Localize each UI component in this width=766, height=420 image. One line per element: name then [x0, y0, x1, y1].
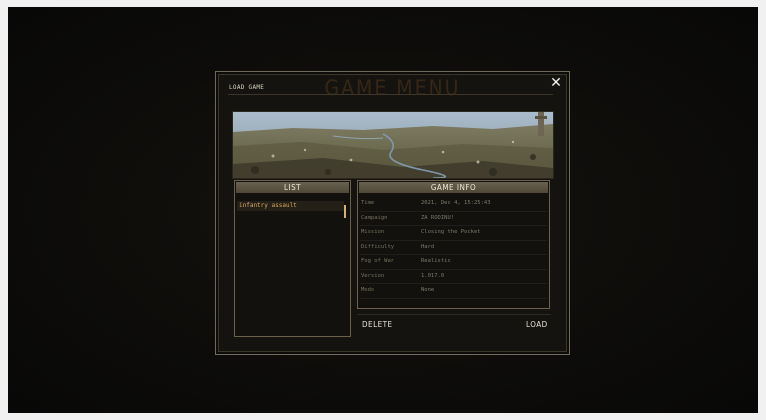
info-row-fog-of-war: Fog of War Realistic — [360, 255, 547, 270]
load-game-dialog: GAME MENU LOAD GAME ✕ LIST infantry assa… — [215, 71, 570, 355]
window-title: LOAD GAME — [229, 84, 265, 91]
title-divider — [228, 94, 553, 95]
info-label: Campaign — [361, 214, 388, 221]
load-button[interactable]: LOAD — [526, 320, 548, 329]
game-screen-background: GAME MENU LOAD GAME ✕ LIST infantry assa… — [8, 7, 758, 413]
info-label: Time — [361, 200, 375, 206]
info-label: Fog of War — [361, 258, 395, 264]
info-value: Realistic — [421, 258, 451, 264]
save-list-panel: LIST infantry assault — [234, 180, 351, 337]
delete-button[interactable]: DELETE — [362, 320, 393, 329]
info-label: Difficulty — [361, 243, 395, 250]
game-info-rows: Time 2021, Dec 4, 15:25:43 Campaign ZA R… — [360, 197, 547, 299]
info-value: Closing the Pocket — [421, 229, 481, 235]
info-value: Hard — [421, 243, 435, 250]
info-value: ZA RODINU! — [421, 214, 455, 221]
background-menu-title: GAME MENU — [324, 76, 461, 100]
info-row-mods: Mods None — [360, 284, 547, 299]
info-row-difficulty: Difficulty Hard — [360, 241, 547, 255]
list-header: LIST — [236, 182, 349, 193]
mission-preview-image — [232, 111, 554, 179]
info-row-mission: Mission Closing the Pocket — [360, 226, 547, 241]
info-value: 2021, Dec 4, 15:25:43 — [421, 200, 491, 206]
info-label: Version — [361, 272, 385, 279]
list-scrollbar[interactable] — [344, 205, 346, 218]
info-label: Mods — [361, 287, 375, 293]
game-info-header: GAME INFO — [359, 182, 548, 193]
list-item-infantry-assault[interactable]: infantry assault — [237, 201, 344, 211]
close-icon[interactable]: ✕ — [549, 76, 563, 90]
info-value: None — [421, 287, 435, 293]
battlefield-landscape-image — [233, 112, 553, 178]
info-row-campaign: Campaign ZA RODINU! — [360, 212, 547, 226]
info-row-version: Version 1.017.0 — [360, 270, 547, 284]
info-value: 1.017.0 — [421, 272, 445, 279]
info-row-time: Time 2021, Dec 4, 15:25:43 — [360, 197, 547, 212]
game-info-panel: GAME INFO Time 2021, Dec 4, 15:25:43 Cam… — [357, 180, 550, 309]
info-label: Mission — [361, 229, 385, 235]
actions-divider — [357, 314, 551, 315]
